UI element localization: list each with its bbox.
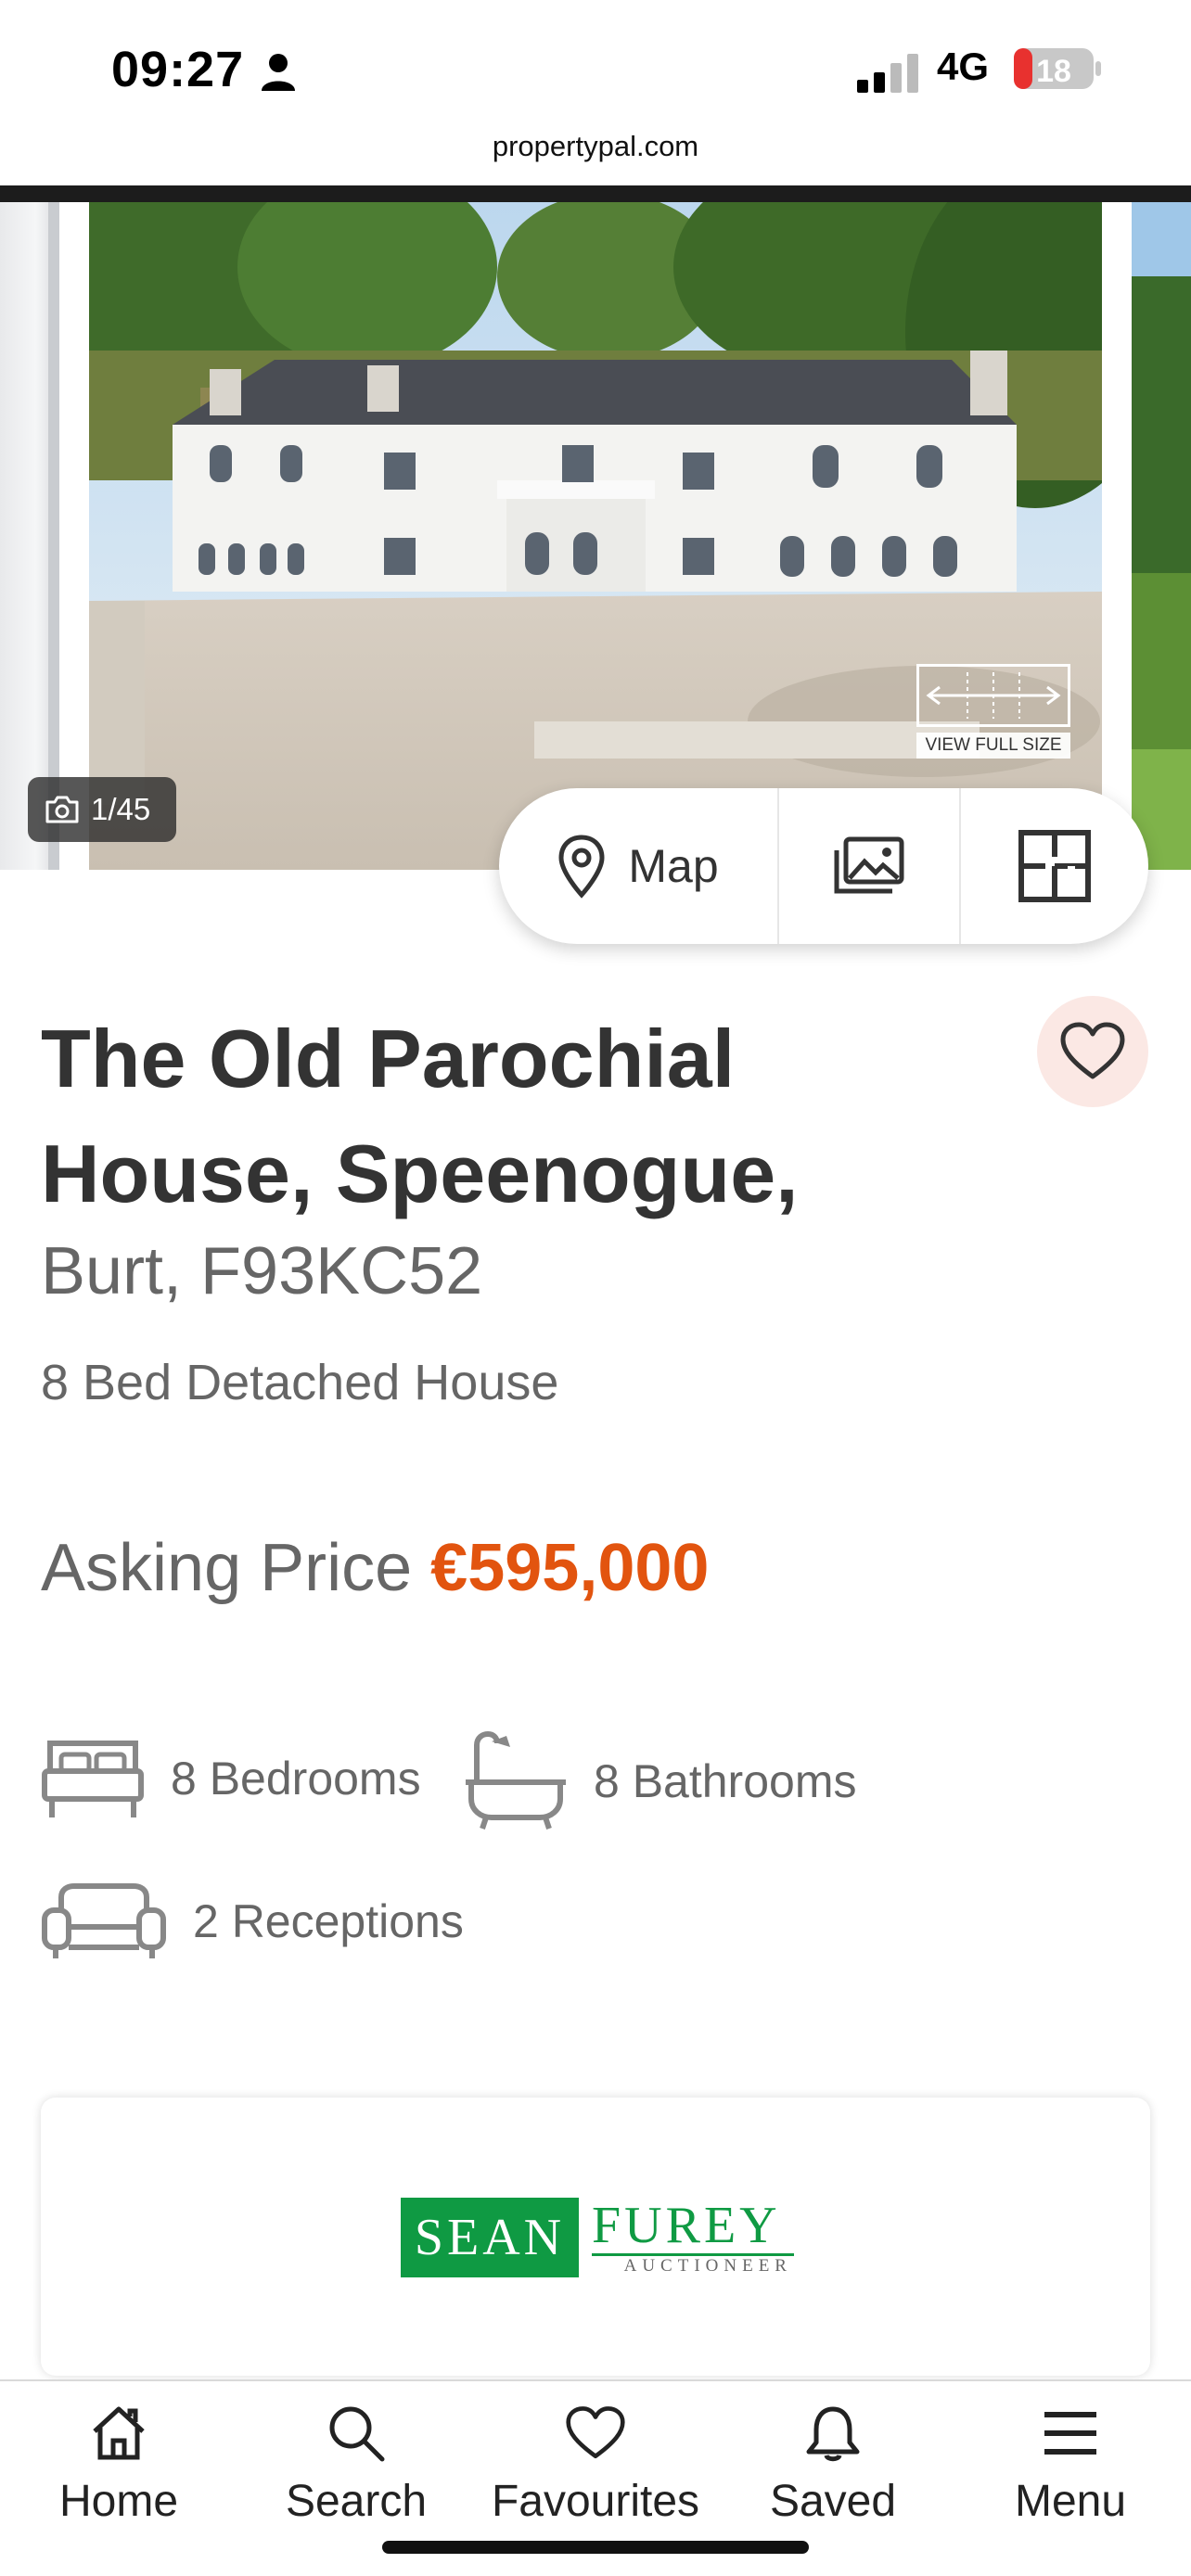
bedrooms-text: 8 Bedrooms bbox=[171, 1753, 421, 1804]
heart-icon bbox=[566, 2406, 625, 2459]
agent-logo[interactable]: SEAN FUREY AUCTIONEER bbox=[401, 2198, 794, 2287]
sofa-icon bbox=[42, 1883, 166, 1958]
network-type: 4G bbox=[937, 45, 990, 88]
nav-favourites-label: Favourites bbox=[491, 2477, 700, 2526]
nav-home-label: Home bbox=[58, 2477, 179, 2526]
photo-counter: 1/45 bbox=[28, 777, 176, 842]
view-full-size-button[interactable]: VIEW FULL SIZE bbox=[916, 664, 1070, 775]
battery-icon: 18 bbox=[1014, 48, 1101, 89]
url-bar[interactable]: propertypal.com bbox=[0, 130, 1191, 163]
battery-level: 18 bbox=[1036, 54, 1071, 89]
photo-gallery[interactable]: VIEW FULL SIZE 1/45 bbox=[0, 202, 1191, 870]
nav-saved[interactable]: Saved bbox=[722, 2404, 944, 2527]
bedrooms-feature: 8 Bedrooms bbox=[41, 1734, 421, 1823]
listing-address: Burt, F93KC52 bbox=[41, 1234, 483, 1308]
expand-arrows-icon bbox=[926, 672, 1061, 719]
map-label: Map bbox=[628, 840, 719, 892]
nav-favourites[interactable]: Favourites bbox=[484, 2404, 707, 2527]
receptions-feature: 2 Receptions bbox=[41, 1882, 464, 1960]
map-button[interactable]: Map bbox=[499, 788, 779, 944]
agent-logo-sub: AUCTIONEER bbox=[623, 2256, 792, 2276]
favourite-button[interactable] bbox=[1037, 996, 1148, 1107]
floorplan-button[interactable] bbox=[961, 788, 1148, 944]
view-full-size-label: VIEW FULL SIZE bbox=[916, 733, 1070, 759]
agent-logo-right: FUREY bbox=[592, 2197, 781, 2254]
bathrooms-text: 8 Bathrooms bbox=[594, 1755, 857, 1807]
previous-photo[interactable] bbox=[0, 202, 59, 870]
nav-search-label: Search bbox=[285, 2477, 428, 2526]
signal-icon bbox=[857, 54, 918, 93]
agent-card[interactable]: SEAN FUREY AUCTIONEER bbox=[41, 2098, 1150, 2376]
nav-menu[interactable]: Menu bbox=[959, 2404, 1182, 2527]
bath-icon bbox=[466, 1730, 566, 1830]
photos-icon bbox=[834, 836, 904, 894]
heart-icon bbox=[1060, 1022, 1125, 1079]
photos-button[interactable] bbox=[779, 788, 961, 944]
gallery-top-strip bbox=[0, 185, 1191, 202]
nav-saved-label: Saved bbox=[769, 2477, 897, 2526]
price-value: €595,000 bbox=[430, 1531, 710, 1605]
photo-counter-text: 1/45 bbox=[91, 792, 151, 826]
bed-icon bbox=[42, 1741, 144, 1817]
nav-menu-label: Menu bbox=[1014, 2477, 1127, 2526]
person-icon bbox=[262, 54, 295, 91]
status-bar: 09:27 4G 18 propertypal.com bbox=[0, 0, 1191, 162]
media-options: Map bbox=[499, 788, 1148, 944]
home-indicator[interactable] bbox=[382, 2541, 809, 2554]
nav-search[interactable]: Search bbox=[245, 2404, 467, 2527]
floorplan-icon bbox=[1018, 830, 1091, 902]
price-row: Asking Price €595,000 bbox=[41, 1530, 709, 1606]
listing-title: The Old Parochial House, Speenogue, bbox=[41, 1013, 799, 1219]
hamburger-menu-icon bbox=[1044, 2412, 1096, 2455]
property-type: 8 Bed Detached House bbox=[41, 1355, 559, 1410]
bell-icon bbox=[806, 2406, 860, 2462]
next-photo[interactable] bbox=[1132, 202, 1191, 870]
price-label: Asking Price bbox=[41, 1531, 413, 1605]
bathrooms-feature: 8 Bathrooms bbox=[464, 1730, 856, 1832]
nav-home[interactable]: Home bbox=[7, 2404, 230, 2527]
map-pin-icon bbox=[558, 835, 605, 899]
camera-icon bbox=[45, 796, 79, 823]
status-time: 09:27 bbox=[111, 42, 245, 97]
home-icon bbox=[93, 2406, 145, 2460]
agent-logo-left: SEAN bbox=[401, 2198, 579, 2277]
search-icon bbox=[329, 2406, 385, 2462]
receptions-text: 2 Receptions bbox=[193, 1895, 464, 1947]
